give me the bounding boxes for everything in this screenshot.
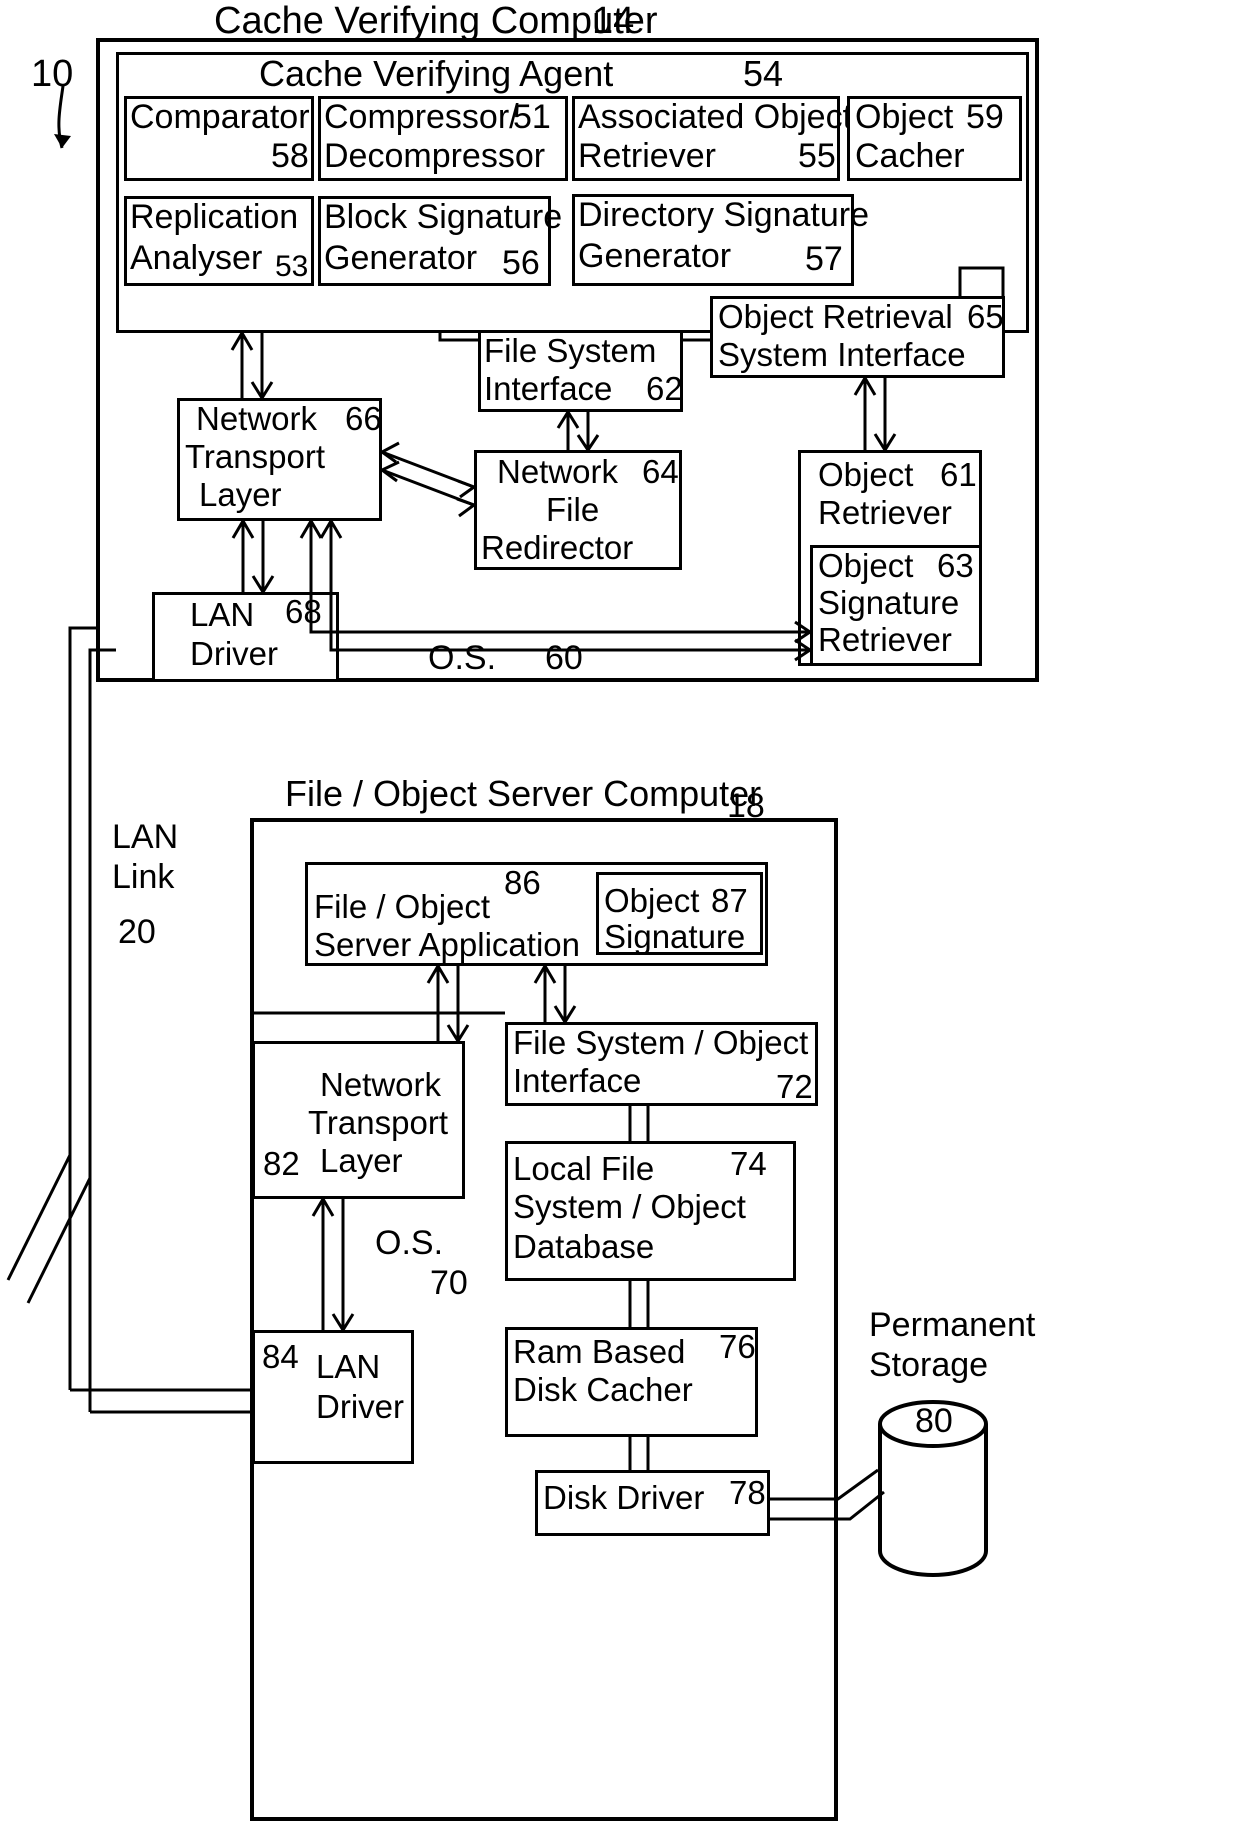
block-osr-line1: Object — [818, 547, 914, 584]
block-block-signature-ref: 56 — [502, 244, 540, 282]
block-lan-driver-bottom-ref: 84 — [262, 1338, 299, 1375]
block-block-signature-line1: Block Signature — [324, 198, 563, 236]
block-comparator-label: Comparator — [130, 98, 310, 136]
block-object-retriever-line1: Object — [818, 456, 914, 493]
os-label-bottom: O.S. — [375, 1224, 444, 1262]
block-lan-driver-top-line2: Driver — [190, 635, 278, 672]
block-associated-object-line2: Retriever — [578, 137, 716, 175]
block-nfr-line3: Redirector — [481, 529, 634, 566]
block-lan-driver-top-line1: LAN — [190, 596, 255, 633]
block-fosa-line1: File / Object — [314, 888, 491, 925]
block-ntl-top-ref: 66 — [345, 400, 382, 437]
block-rbdc-line2: Disk Cacher — [513, 1371, 693, 1408]
cache-verifying-agent-box — [116, 52, 1029, 333]
block-lan-driver-bottom-line1: LAN — [316, 1348, 381, 1385]
block-ntl-top-line2: Transport — [185, 438, 325, 475]
os-label-top: O.S. — [428, 639, 497, 677]
block-object-signature-ref: 87 — [711, 882, 748, 919]
agent-title-ref: 54 — [743, 53, 784, 94]
block-object-retrieval-line2: System Interface — [718, 336, 966, 373]
block-nfr-line2: File — [546, 491, 600, 528]
block-osr-line3: Retriever — [818, 621, 952, 658]
block-ntl-top-line1: Network — [196, 400, 318, 437]
block-replication-ref: 53 — [275, 250, 309, 283]
block-replication-line1: Replication — [130, 198, 299, 236]
block-ntl-bottom-line1: Network — [320, 1066, 442, 1103]
block-fsoi-ref: 72 — [776, 1068, 813, 1105]
permanent-storage-line2: Storage — [869, 1346, 989, 1384]
block-ntl-bottom-line3: Layer — [320, 1142, 403, 1179]
block-object-retrieval-ref: 65 — [967, 298, 1004, 335]
block-object-signature-line1: Object — [604, 882, 700, 919]
block-rbdc-ref: 76 — [719, 1328, 756, 1365]
block-directory-signature-ref: 57 — [805, 240, 843, 278]
block-directory-signature-line1: Directory Signature — [578, 196, 870, 234]
block-compressor-line2: Decompressor — [324, 137, 546, 175]
permanent-storage-line1: Permanent — [869, 1306, 1036, 1344]
agent-title: Cache Verifying Agent — [259, 53, 614, 94]
block-object-cacher-ref: 59 — [966, 98, 1004, 136]
file-object-server-computer-box — [250, 818, 838, 1821]
block-object-cacher-line2: Cacher — [855, 137, 965, 175]
block-file-system-interface-line1: File System — [484, 332, 657, 369]
lan-link-line2: Link — [112, 858, 175, 896]
patent-figure: Cache Verifying Computer 14 10 Cache Ver… — [0, 0, 1240, 1841]
block-ntl-bottom-line2: Transport — [308, 1104, 448, 1141]
block-nfr-ref: 64 — [642, 453, 679, 490]
block-lfsod-line2: System / Object — [513, 1188, 746, 1225]
block-ntl-top-line3: Layer — [199, 476, 282, 513]
bottom-system-title: File / Object Server Computer — [285, 773, 762, 814]
block-object-cacher-line1: Object — [855, 98, 954, 136]
os-ref-top: 60 — [545, 639, 583, 677]
block-osr-line2: Signature — [818, 584, 960, 621]
block-fosa-ref: 86 — [504, 864, 541, 901]
block-object-retriever-ref: 61 — [940, 456, 977, 493]
block-ntl-bottom-ref: 82 — [263, 1145, 300, 1182]
block-compressor-ref: 51 — [513, 98, 551, 136]
top-system-title-ref: 14 — [592, 0, 635, 42]
lan-link-ref: 20 — [118, 913, 156, 951]
block-fosa-line2: Server Application — [314, 926, 580, 963]
block-associated-object-ref: 55 — [798, 137, 836, 175]
permanent-storage-ref: 80 — [915, 1402, 953, 1440]
block-compressor-line1: Compressor/ — [324, 98, 519, 136]
block-file-system-interface-line2: Interface — [484, 370, 613, 407]
block-file-system-interface-ref: 62 — [646, 370, 683, 407]
block-block-signature-line2: Generator — [324, 239, 478, 277]
block-associated-object-line1: Associated Object — [578, 98, 853, 136]
block-comparator-ref: 58 — [271, 137, 309, 175]
block-osr-ref: 63 — [937, 547, 974, 584]
block-disk-driver-label: Disk Driver — [543, 1479, 705, 1516]
block-replication-line2: Analyser — [130, 239, 263, 277]
lan-link-line1: LAN — [112, 818, 179, 856]
block-rbdc-line1: Ram Based — [513, 1333, 686, 1370]
block-nfr-line1: Network — [497, 453, 619, 490]
block-lfsod-line1: Local File — [513, 1150, 655, 1187]
block-lfsod-line3: Database — [513, 1228, 655, 1265]
figure-lead-number: 10 — [31, 53, 74, 95]
os-ref-bottom: 70 — [430, 1264, 468, 1302]
block-directory-signature-line2: Generator — [578, 237, 732, 275]
block-object-signature-line2: Signature — [604, 918, 746, 955]
block-fsoi-line1: File System / Object — [513, 1024, 809, 1061]
block-object-retriever-line2: Retriever — [818, 494, 952, 531]
block-fsoi-line2: Interface — [513, 1062, 642, 1099]
block-object-retrieval-line1: Object Retrieval — [718, 298, 953, 335]
block-disk-driver-ref: 78 — [729, 1474, 766, 1511]
block-lfsod-ref: 74 — [730, 1145, 767, 1182]
block-lan-driver-bottom-line2: Driver — [316, 1388, 404, 1425]
block-lan-driver-top-ref: 68 — [285, 593, 322, 630]
